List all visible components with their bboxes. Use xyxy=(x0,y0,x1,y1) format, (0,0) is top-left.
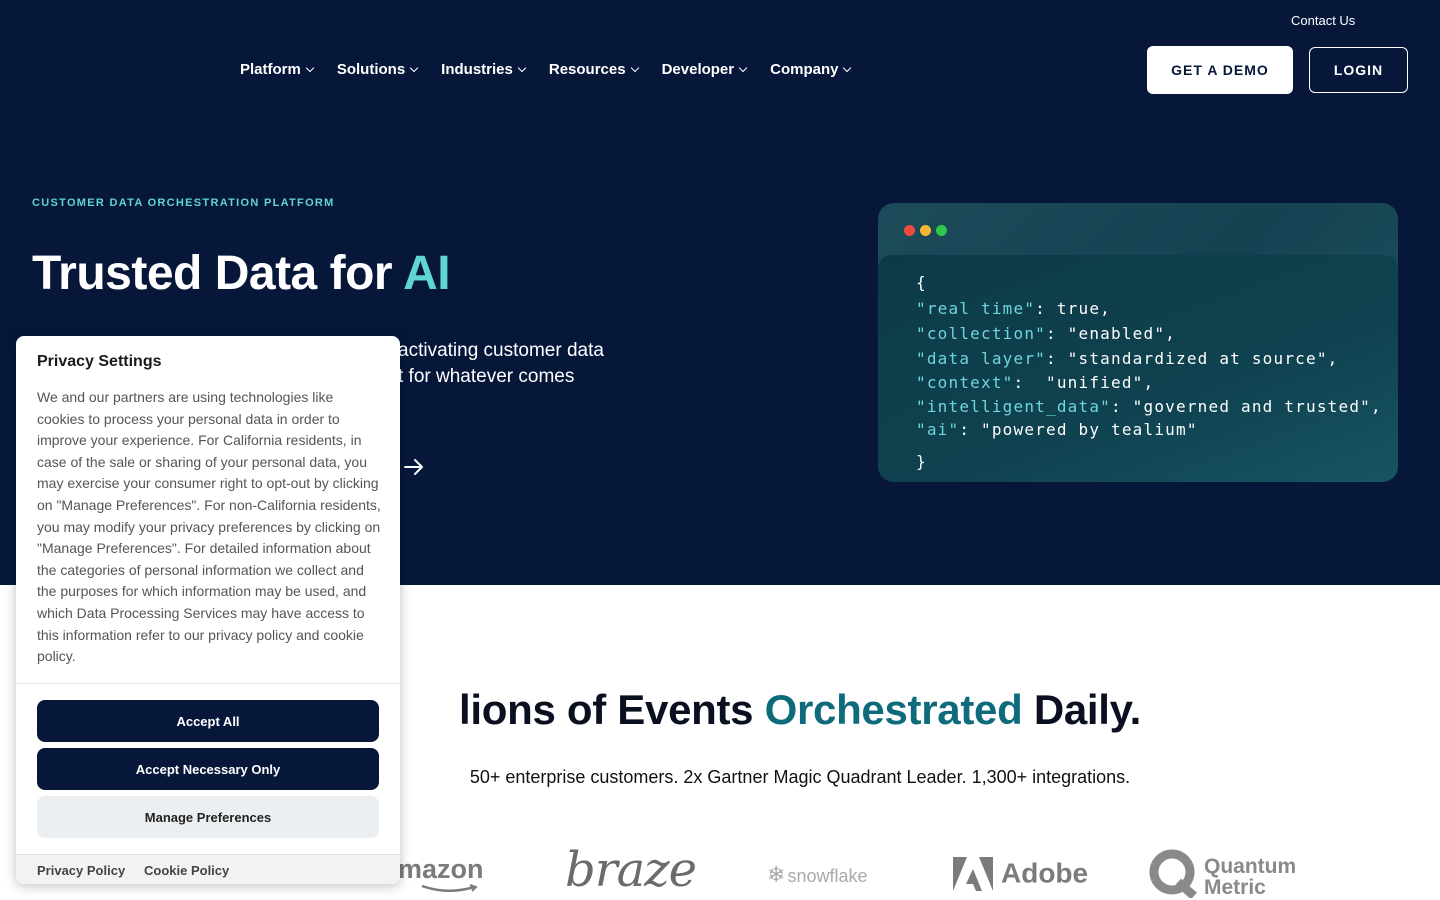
chevron-down-icon xyxy=(630,63,639,72)
code-value: "unified", xyxy=(1046,373,1155,392)
accept-necessary-button[interactable]: Accept Necessary Only xyxy=(37,748,379,790)
code-key: "ai" xyxy=(916,420,960,439)
code-value: "powered by tealium" xyxy=(981,420,1198,439)
contact-us-link[interactable]: Contact Us xyxy=(1291,13,1355,28)
code-block: { "real time": true, "collection": "enab… xyxy=(916,271,1382,474)
code-line: "ai": "powered by tealium" xyxy=(916,418,1382,441)
main-nav: Platform Solutions Industries Resources … xyxy=(240,61,874,78)
nav-company[interactable]: Company xyxy=(770,61,852,78)
hero-title-prefix: Trusted Data for xyxy=(32,247,404,300)
code-line: "intelligent_data": "governed and truste… xyxy=(916,395,1382,418)
hero-eyebrow: CUSTOMER DATA ORCHESTRATION PLATFORM xyxy=(32,197,335,209)
manage-preferences-button[interactable]: Manage Preferences xyxy=(37,796,379,838)
nav-label: Industries xyxy=(441,61,513,78)
get-demo-button[interactable]: GET A DEMO xyxy=(1147,46,1293,94)
adobe-icon xyxy=(953,856,993,891)
quantum-metric-icon xyxy=(1149,849,1197,898)
nav-label: Company xyxy=(770,61,839,78)
privacy-title: Privacy Settings xyxy=(37,353,162,370)
amazon-logo-text: mazon xyxy=(398,854,484,884)
nav-label: Resources xyxy=(548,61,626,78)
stats-title-prefix: lions of Events xyxy=(459,686,765,733)
nav-industries[interactable]: Industries xyxy=(441,61,527,78)
code-sep: : xyxy=(1035,299,1057,318)
minimize-dot-icon xyxy=(920,225,931,236)
privacy-policy-link[interactable]: Privacy Policy xyxy=(37,863,125,878)
snowflake-icon: ❄ xyxy=(767,862,786,887)
code-key: "intelligent_data" xyxy=(916,397,1111,416)
quantum-metric-text: Quantum Metric xyxy=(1204,856,1296,898)
code-card: { "real time": true, "collection": "enab… xyxy=(878,203,1398,482)
amazon-logo: mazon xyxy=(398,854,484,892)
adobe-logo: Adobe xyxy=(953,856,1088,891)
code-sep: : xyxy=(1046,324,1068,343)
nav-solutions[interactable]: Solutions xyxy=(336,61,419,78)
stats-subtitle: 50+ enterprise customers. 2x Gartner Mag… xyxy=(469,767,1131,787)
privacy-footer: Privacy Policy Cookie Policy xyxy=(16,854,400,884)
arrow-right-icon[interactable] xyxy=(403,456,425,478)
stats-title-accent: Orchestrated xyxy=(764,686,1023,733)
divider xyxy=(16,683,400,684)
privacy-settings-dialog: Privacy Settings We and our partners are… xyxy=(16,336,400,884)
chevron-down-icon xyxy=(843,63,852,72)
window-dots xyxy=(904,225,947,236)
code-key: "collection" xyxy=(916,324,1046,343)
quantum-line: Quantum xyxy=(1204,855,1297,878)
snowflake-logo: ❄ snowflake xyxy=(767,862,867,888)
code-value: "standardized at source", xyxy=(1067,349,1339,368)
chevron-down-icon xyxy=(305,63,315,72)
quantum-line: Metric xyxy=(1204,876,1266,899)
accept-all-button[interactable]: Accept All xyxy=(37,700,379,742)
chevron-down-icon xyxy=(738,63,748,72)
nav-label: Platform xyxy=(240,61,301,78)
snowflake-logo-text: snowflake xyxy=(787,866,868,886)
customer-logos: mazon braze ❄ snowflake Adobe Quantum Metr… xyxy=(380,840,1320,900)
code-line: "data layer": "standardized at source", xyxy=(916,347,1382,371)
code-sep: : xyxy=(1013,373,1046,392)
nav-label: Developer xyxy=(661,61,735,78)
code-value: "enabled", xyxy=(1067,324,1176,343)
chevron-down-icon xyxy=(517,63,527,72)
hero-title-accent: AI xyxy=(403,247,451,300)
code-value: "governed and trusted", xyxy=(1132,397,1382,416)
code-sep: : xyxy=(1111,397,1133,416)
nav-resources[interactable]: Resources xyxy=(548,61,639,78)
code-line: "collection": "enabled", xyxy=(916,322,1382,346)
privacy-text: We and our partners are using technologi… xyxy=(37,389,381,665)
code-open-brace: { xyxy=(916,273,927,292)
braze-logo: braze xyxy=(565,842,697,898)
code-key: "data layer" xyxy=(916,349,1046,368)
login-button[interactable]: LOGIN xyxy=(1309,47,1408,93)
hero-title: Trusted Data for AI xyxy=(32,246,451,301)
close-dot-icon xyxy=(904,225,915,236)
code-line: "context": "unified", xyxy=(916,371,1382,395)
nav-label: Solutions xyxy=(336,61,406,78)
cookie-policy-link[interactable]: Cookie Policy xyxy=(144,863,229,878)
nav-platform[interactable]: Platform xyxy=(240,61,315,78)
code-key: "context" xyxy=(916,373,1014,392)
code-key: "real time" xyxy=(916,299,1036,318)
code-sep: : xyxy=(959,420,982,439)
amazon-smile-icon xyxy=(421,884,478,892)
stats-title: lions of Events Orchestrated Daily. xyxy=(300,686,1300,734)
chevron-down-icon xyxy=(409,63,419,72)
nav-developer[interactable]: Developer xyxy=(661,61,748,78)
code-value: true, xyxy=(1056,299,1112,318)
code-close-brace: } xyxy=(916,452,927,471)
stats-title-suffix: Daily. xyxy=(1022,686,1141,733)
code-sep: : xyxy=(1046,349,1068,368)
code-line: "real time": true, xyxy=(916,297,1382,321)
adobe-logo-text: Adobe xyxy=(1001,857,1089,889)
maximize-dot-icon xyxy=(936,225,947,236)
